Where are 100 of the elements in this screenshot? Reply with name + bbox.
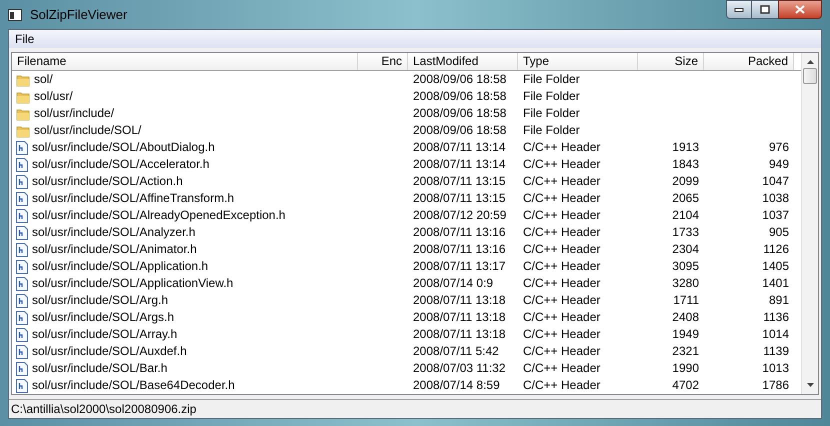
date-cell-text: 2008/09/06 18:58 (412, 122, 508, 139)
size-cell-text: 2099 (671, 173, 700, 190)
type-cell-text: C/C++ Header (522, 241, 602, 258)
header-file-icon (16, 208, 28, 222)
filename-cell: sol/usr/include/SOL/Accelerator.h (32, 156, 210, 173)
filename-cell: sol/usr/include/SOL/Auxdef.h (32, 343, 187, 360)
packed-cell-text: 1786 (761, 377, 790, 394)
type-cell-text: C/C++ Header (522, 292, 602, 309)
size-cell-text: 2321 (671, 343, 700, 360)
window-title: SolZipFileViewer (30, 6, 128, 24)
size-cell-text: 1990 (671, 360, 700, 377)
scroll-up-icon (806, 60, 814, 64)
size-cell-text: 4702 (671, 377, 700, 394)
header-file-icon (16, 192, 28, 206)
window-app-icon (8, 8, 22, 20)
close-icon (795, 5, 805, 14)
folder-icon (16, 124, 30, 138)
maximize-button[interactable] (752, 0, 778, 19)
header-file-icon (16, 158, 28, 172)
date-cell-text: 2008/07/11 13:14 (412, 139, 507, 156)
size-cell-text: 3280 (671, 275, 700, 292)
size-cell-text: 3095 (671, 258, 700, 275)
filename-cell: sol/usr/include/SOL/AlreadyOpenedException.h (32, 207, 286, 224)
packed-cell-text: 905 (768, 224, 790, 241)
header-file-icon (16, 344, 28, 358)
column-header[interactable]: Type (518, 53, 638, 70)
type-cell-text: C/C++ Header (522, 156, 602, 173)
date-cell-text: 2008/07/11 13:15 (412, 190, 507, 207)
packed-cell-text: 1139 (762, 343, 790, 360)
date-cell-text: 2008/09/06 18:58 (412, 88, 508, 105)
type-cell-text: C/C++ Header (522, 360, 602, 377)
header-file-icon (16, 174, 28, 188)
column-header[interactable]: Packed (704, 53, 794, 70)
header-file-icon (16, 310, 28, 324)
menu-item[interactable]: File (9, 30, 40, 48)
filename-cell: sol/usr/include/SOL/AboutDialog.h (32, 139, 215, 156)
column-header[interactable]: Size (638, 53, 704, 70)
filename-cell: sol/usr/include/SOL/Bar.h (32, 360, 168, 377)
filename-cell: sol/usr/include/SOL/ (34, 122, 142, 139)
maximize-icon (760, 5, 770, 14)
type-cell-text: File Folder (522, 88, 581, 105)
packed-cell-text: 1038 (761, 190, 790, 207)
header-file-icon (16, 242, 28, 256)
filename-cell: sol/usr/ (34, 88, 73, 105)
type-cell-text: C/C++ Header (522, 224, 602, 241)
date-cell-text: 2008/07/11 13:18 (412, 309, 507, 326)
type-cell-text: C/C++ Header (522, 173, 602, 190)
date-cell-text: 2008/07/14 0:9 (412, 275, 494, 292)
packed-cell-text: 1401 (761, 275, 790, 292)
packed-cell-text: 1014 (761, 326, 790, 343)
packed-cell-text: 1047 (761, 173, 790, 190)
header-file-icon (16, 276, 28, 290)
packed-cell-text: 1136 (762, 309, 790, 326)
filename-cell: sol/usr/include/SOL/Arg.h (32, 292, 168, 309)
filename-cell: sol/usr/include/ (34, 105, 114, 122)
packed-cell-text: 891 (768, 292, 790, 309)
date-cell-text: 2008/07/03 11:32 (412, 360, 507, 377)
file-path: C:\antillia\sol2000\sol20080906.zip (11, 401, 196, 418)
close-button[interactable] (778, 0, 822, 19)
column-header[interactable]: Enc (358, 53, 408, 70)
column-header[interactable]: LastModifed (408, 53, 518, 70)
filename-cell: sol/usr/include/SOL/Analyzer.h (32, 224, 196, 241)
filename-cell: sol/usr/include/SOL/Action.h (32, 173, 183, 190)
date-cell-text: 2008/07/11 13:18 (412, 326, 507, 343)
header-file-icon (16, 226, 28, 240)
scroll-thumb[interactable] (803, 68, 817, 84)
type-cell-text: C/C++ Header (522, 139, 602, 156)
size-cell-text: 2304 (671, 241, 700, 258)
date-cell-text: 2008/07/14 8:59 (412, 377, 501, 394)
folder-icon (16, 90, 30, 104)
header-file-icon (16, 140, 28, 154)
date-cell-text: 2008/09/06 18:58 (412, 105, 508, 122)
type-cell-text: C/C++ Header (522, 343, 602, 360)
type-cell-text: File Folder (522, 122, 581, 139)
date-cell-text: 2008/07/11 13:18 (412, 292, 507, 309)
size-cell-text: 1711 (672, 292, 700, 309)
size-cell-text: 2408 (671, 309, 700, 326)
filename-cell: sol/usr/include/SOL/ApplicationView.h (32, 275, 234, 292)
folder-icon (16, 72, 30, 86)
type-cell-text: C/C++ Header (522, 258, 602, 275)
filename-cell: sol/usr/include/SOL/Base64Decoder.h (32, 377, 235, 394)
type-cell-text: File Folder (522, 71, 581, 88)
scroll-down-icon (806, 383, 814, 387)
type-cell-text: C/C++ Header (522, 326, 602, 343)
filename-cell: sol/usr/include/SOL/Animator.h (32, 241, 197, 258)
scrollbar[interactable] (801, 53, 818, 394)
date-cell-text: 2008/07/11 13:17 (412, 258, 507, 275)
header-file-icon (16, 328, 28, 342)
filename-cell: sol/usr/include/SOL/Array.h (32, 326, 178, 343)
minimize-icon (734, 8, 744, 12)
type-cell-text: File Folder (522, 105, 581, 122)
size-cell-text: 2104 (671, 207, 700, 224)
filename-cell: sol/usr/include/SOL/AffineTransform.h (32, 190, 234, 207)
column-header[interactable]: Filename (12, 53, 358, 70)
date-cell-text: 2008/07/11 13:15 (412, 173, 507, 190)
filename-cell: sol/usr/include/SOL/Args.h (32, 309, 174, 326)
filename-cell: sol/usr/include/SOL/Application.h (32, 258, 208, 275)
minimize-button[interactable] (726, 0, 752, 19)
size-cell-text: 1913 (671, 139, 700, 156)
folder-icon (16, 106, 30, 120)
